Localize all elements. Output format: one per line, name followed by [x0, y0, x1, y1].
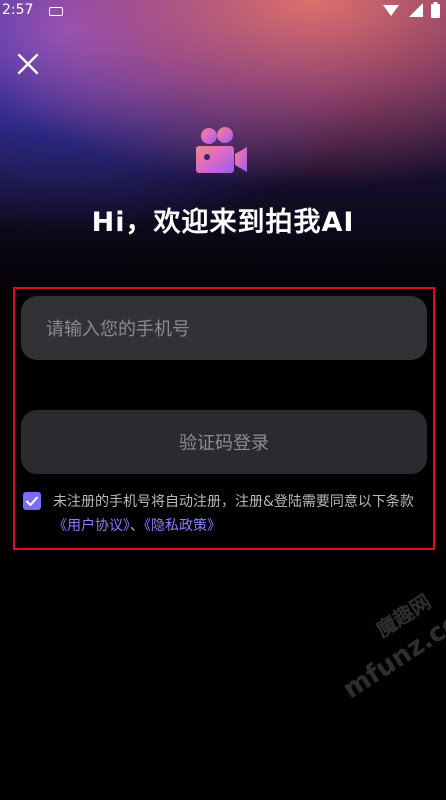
check-icon	[26, 496, 38, 506]
welcome-title: Hi，欢迎来到拍我AI	[91, 207, 355, 238]
status-time: 2:57	[2, 2, 34, 18]
system-icons	[383, 2, 440, 18]
wifi-icon	[409, 3, 423, 17]
agreement-separator: 、	[130, 518, 144, 534]
user-agreement-link[interactable]: 《用户协议》	[53, 518, 130, 534]
close-icon[interactable]	[14, 50, 42, 78]
phone-input-placeholder: 请输入您的手机号	[46, 319, 190, 340]
battery-icon	[431, 2, 440, 18]
sms-login-button[interactable]: 验证码登录	[21, 410, 427, 474]
video-camera-icon	[196, 127, 247, 173]
keyboard-icon	[49, 7, 63, 16]
status-bar: 2:57	[0, 0, 446, 24]
agreement-label: 未注册的手机号将自动注册，注册&登陆需要同意以下条款	[53, 494, 414, 510]
signal-icon	[383, 5, 399, 16]
agreement-text: 未注册的手机号将自动注册，注册&登陆需要同意以下条款《用户协议》、《隐私政策》	[53, 490, 425, 538]
agreement-checkbox[interactable]	[23, 492, 41, 510]
watermark: 魔趣网 mfunz.com	[300, 547, 446, 765]
privacy-policy-link[interactable]: 《隐私政策》	[144, 518, 221, 534]
phone-input[interactable]: 请输入您的手机号	[21, 296, 427, 360]
